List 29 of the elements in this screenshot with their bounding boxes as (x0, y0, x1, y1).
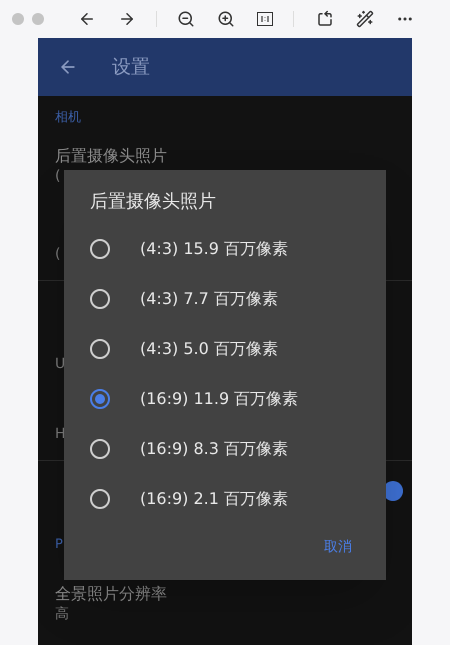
radio-button[interactable] (90, 239, 110, 259)
screen-title: 设置 (112, 54, 150, 80)
option-label[interactable]: (4:3) 7.7 百万像素 (140, 287, 278, 311)
option-label[interactable]: (4:3) 15.9 百万像素 (140, 237, 288, 261)
setting-value: ( (55, 167, 60, 186)
setting-value: U (55, 355, 66, 374)
radio-button[interactable] (90, 339, 110, 359)
radio-button[interactable] (90, 389, 110, 409)
zoom-out-icon[interactable] (177, 10, 195, 28)
setting-value: 高 (55, 605, 69, 624)
option-label[interactable]: (16:9) 2.1 百万像素 (140, 487, 288, 511)
setting-title[interactable]: 全景照片分辨率 (55, 584, 167, 604)
setting-value: ( (55, 245, 60, 264)
magic-wand-icon[interactable] (356, 10, 374, 28)
option-label[interactable]: (16:9) 8.3 百万像素 (140, 437, 288, 461)
option-label[interactable]: (4:3) 5.0 百万像素 (140, 337, 278, 361)
section-label: P (55, 536, 63, 554)
actual-size-icon[interactable] (257, 12, 273, 26)
zoom-in-icon[interactable] (217, 10, 235, 28)
radio-button[interactable] (90, 289, 110, 309)
setting-value: H (55, 425, 66, 444)
setting-title[interactable]: 后置摄像头照片 (55, 146, 167, 166)
rotate-icon[interactable] (316, 10, 334, 28)
option-label[interactable]: (16:9) 11.9 百万像素 (140, 387, 298, 411)
forward-arrow-icon[interactable] (118, 10, 136, 28)
radio-button[interactable] (90, 489, 110, 509)
radio-button[interactable] (90, 439, 110, 459)
section-label: 相机 (55, 109, 81, 128)
dialog-title: 后置摄像头照片 (90, 190, 217, 214)
